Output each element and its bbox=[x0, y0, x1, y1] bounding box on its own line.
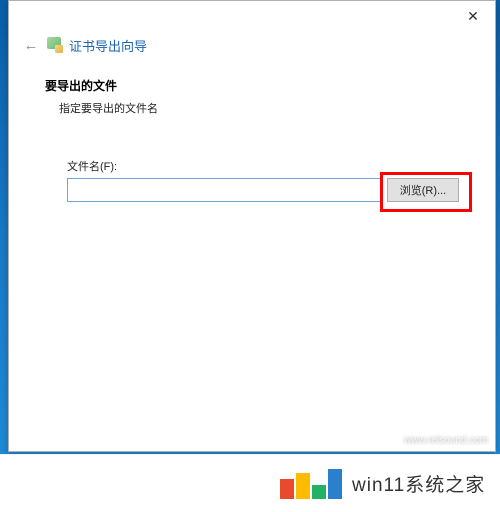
wizard-title: 证书导出向导 bbox=[69, 36, 147, 55]
branding-bar: win11系统之家 bbox=[0, 454, 500, 512]
form-area: 文件名(F): 浏览(R)... bbox=[45, 116, 459, 202]
filename-row: 浏览(R)... bbox=[67, 178, 459, 202]
brand-name: win11系统之家 bbox=[352, 470, 485, 497]
wizard-content: 要导出的文件 指定要导出的文件名 文件名(F): 浏览(R)... bbox=[9, 63, 495, 202]
filename-input[interactable] bbox=[67, 178, 381, 202]
filename-label: 文件名(F): bbox=[67, 158, 459, 174]
certificate-icon bbox=[47, 37, 63, 53]
titlebar: ✕ bbox=[9, 1, 495, 31]
close-icon: ✕ bbox=[467, 8, 479, 25]
back-button[interactable]: ← bbox=[21, 35, 41, 55]
certificate-export-wizard-dialog: ✕ ← 证书导出向导 要导出的文件 指定要导出的文件名 文件名(F): 浏览(R… bbox=[8, 0, 496, 452]
section-heading: 要导出的文件 bbox=[45, 77, 459, 94]
browse-button[interactable]: 浏览(R)... bbox=[387, 178, 459, 202]
wizard-header: ← 证书导出向导 bbox=[9, 31, 495, 63]
back-arrow-icon: ← bbox=[24, 37, 39, 54]
close-button[interactable]: ✕ bbox=[457, 4, 489, 28]
section-subheading: 指定要导出的文件名 bbox=[45, 100, 459, 116]
watermark-text: www.relsound.com bbox=[404, 435, 488, 446]
logo-icon bbox=[280, 469, 342, 499]
